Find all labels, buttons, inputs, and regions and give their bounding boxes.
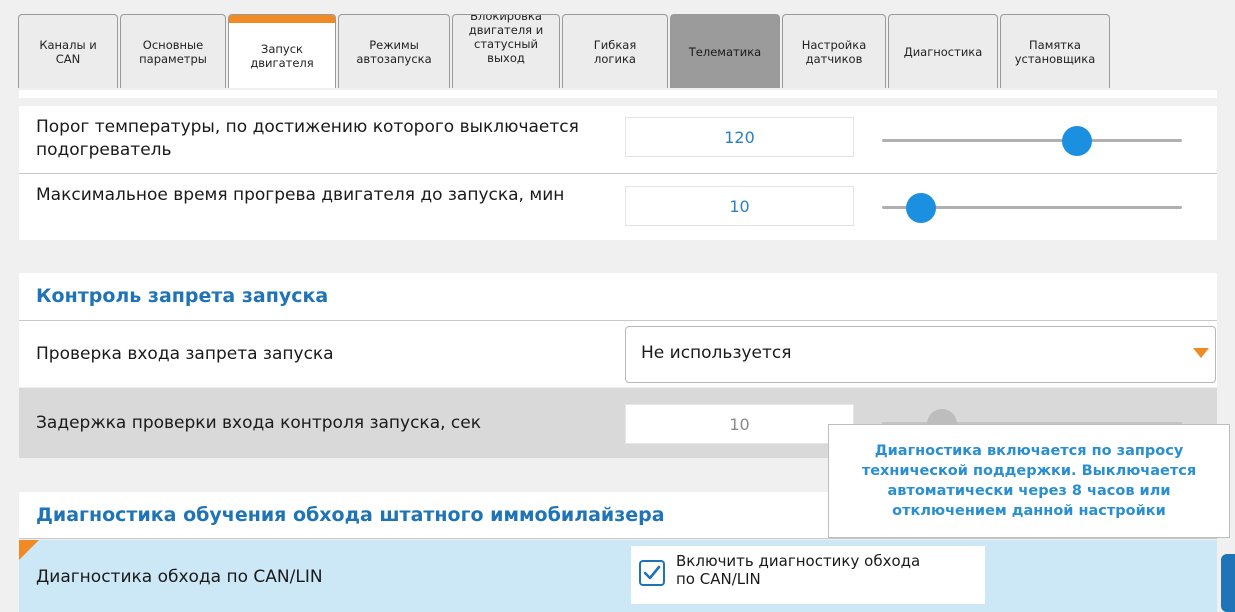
temp-threshold-slider[interactable] [882,126,1182,156]
tab-channels-can[interactable]: Каналы и CAN [18,14,118,88]
temp-threshold-label: Порог температуры, по достижению которог… [36,117,579,160]
immo-bypass-checkbox[interactable] [639,560,665,586]
temp-threshold-input[interactable]: 120 [625,117,854,157]
immo-title: Диагностика обучения обхода штатного имм… [36,504,665,526]
start-ban-section-header: Контроль запрета запуска [19,273,1217,321]
chevron-down-icon [1193,348,1209,358]
immo-bypass-label: Диагностика обхода по CAN/LIN [36,567,323,587]
start-ban-title: Контроль запрета запуска [36,285,329,307]
scrollbar-thumb[interactable] [1221,554,1235,612]
check-input-label: Проверка входа запрета запуска [36,344,334,364]
check-input-selected: Не используется [641,343,792,363]
scrolled-row-remnant [19,90,1217,98]
immo-bypass-checkbox-field[interactable]: Включить диагностику обхода по CAN/LIN [631,546,985,604]
diagnostics-tooltip: Диагностика включается по запросу технич… [828,424,1230,538]
max-warmup-input[interactable]: 10 [625,186,854,226]
max-warmup-slider[interactable] [882,193,1182,223]
tab-main-params[interactable]: Основные параметры [120,14,226,88]
check-delay-label: Задержка проверки входа контроля запуска… [36,413,481,433]
tab-telematics[interactable]: Телематика [670,14,780,88]
tab-engine-lock[interactable]: Блокировка двигателя и статусный выход [452,14,560,88]
max-warmup-slider-thumb[interactable] [906,193,936,223]
tab-sensor-settings[interactable]: Настройка датчиков [782,14,886,88]
tab-autostart-modes[interactable]: Режимы автозапуска [338,14,450,88]
checkmark-icon [643,565,661,580]
tab-diagnostics[interactable]: Диагностика [888,14,998,88]
temp-threshold-row: Порог температуры, по достижению которог… [19,106,1217,173]
immo-bypass-checkbox-label: Включить диагностику обхода по CAN/LIN [676,552,921,588]
max-warmup-label: Максимальное время прогрева двигателя до… [36,185,565,205]
check-delay-input: 10 [625,404,854,444]
tooltip-text: Диагностика включается по запросу технич… [861,443,1197,519]
tab-flex-logic[interactable]: Гибкая логика [562,14,668,88]
check-input-dropdown[interactable]: Не используется [625,326,1216,383]
tab-bar: Каналы и CAN Основные параметры Запуск д… [0,0,1235,88]
temp-threshold-slider-thumb[interactable] [1062,126,1092,156]
tab-engine-start[interactable]: Запуск двигателя [228,14,336,88]
tab-installer-memo[interactable]: Памятка установщика [1000,14,1110,88]
modified-marker [19,540,39,560]
max-warmup-row: Максимальное время прогрева двигателя до… [19,174,1217,240]
immo-bypass-row: Диагностика обхода по CAN/LIN Включить д… [19,540,1217,612]
divider [19,538,1217,539]
check-input-row: Проверка входа запрета запуска Не исполь… [19,321,1217,387]
